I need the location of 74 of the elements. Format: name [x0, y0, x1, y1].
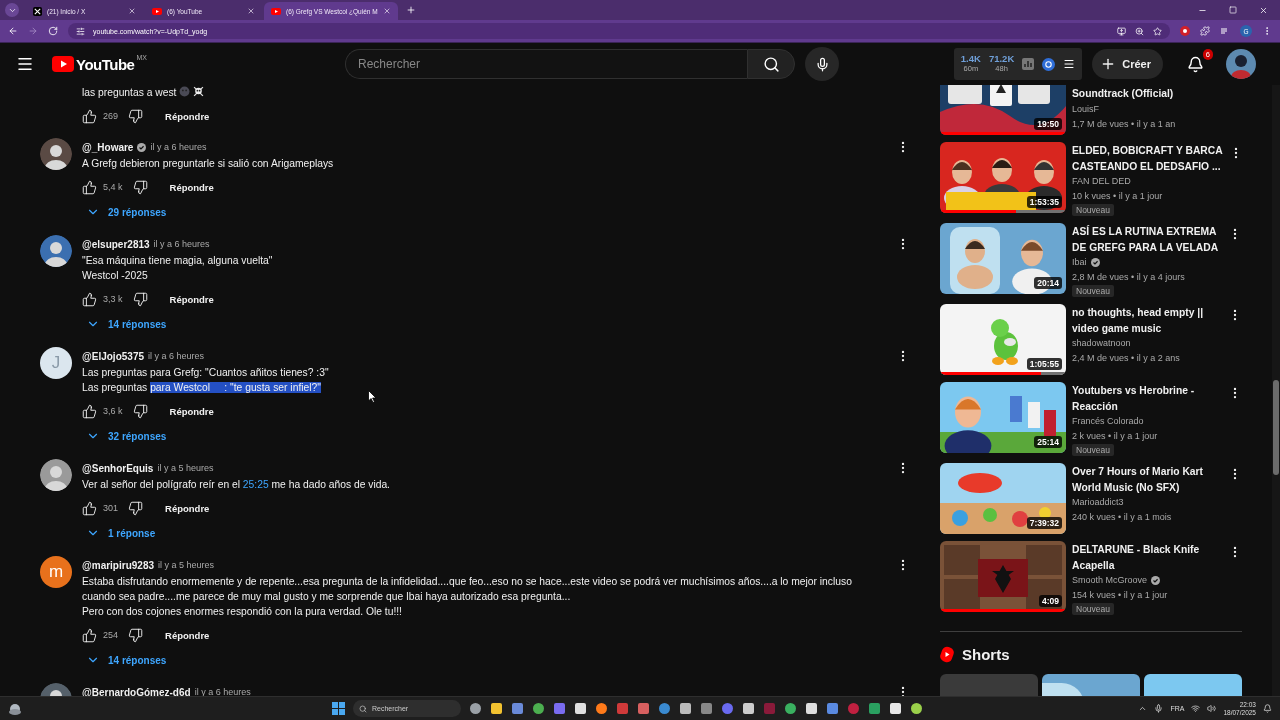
comment-author[interactable]: @maripiru9283	[82, 559, 154, 571]
reply-button[interactable]: Répondre	[157, 175, 226, 199]
video-duration: 1:53:35	[1026, 196, 1062, 208]
avatar: m	[40, 556, 72, 588]
replies-button[interactable]: 14 réponses	[82, 311, 171, 337]
channel-name[interactable]: LouisF	[1072, 101, 1099, 117]
new-badge: Nouveau	[1072, 603, 1115, 615]
comment-time: il y a 6 heures	[153, 239, 210, 249]
replies-button[interactable]: 14 réponses	[82, 647, 171, 673]
comment-text: Estaba disfrutando enormemente y de repente...esa pregunta de la infidelidad....que feo...eso no se hace...este video se podrá ver muchísimos años....a lo mejor incluso cuando sea padre....me parece de muy mal gusto y me sorprende que Ibai haya autorizado esa pregunta... Pero con dos cojones enormes respondió con la pura verdad. Ole tu!!!	[82, 575, 853, 619]
video-duration: 4:09	[1039, 595, 1062, 607]
new-badge: Nouveau	[1072, 204, 1115, 216]
video-duration: 25:14	[1034, 436, 1062, 448]
video-meta: 2,4 M de vues • il y a 2 ans	[1072, 352, 1180, 365]
channel-name[interactable]: Francés Colorado	[1072, 414, 1144, 429]
channel-name[interactable]: Smooth McGroove	[1072, 573, 1148, 588]
video-title[interactable]: Over 7 Hours of Mario Kart World Music (No SFX)	[1072, 464, 1204, 495]
channel-name[interactable]: Ibai	[1072, 255, 1087, 270]
comment-time: il y a 5 heures	[157, 463, 214, 473]
video-duration: 20:14	[1034, 277, 1062, 289]
comment-author[interactable]: @elsuper2813	[82, 238, 150, 250]
comment-time: il y a 6 heures	[148, 351, 205, 361]
video-duration: 19:50	[1034, 118, 1062, 130]
like-count: 3,6 k	[103, 406, 123, 416]
section-title: Shorts	[962, 645, 1010, 663]
comment-text: Ver al señor del polígrafo reír en el 25:25 me ha dado años de vida.	[82, 478, 391, 492]
like-count: 3,3 k	[103, 294, 123, 304]
comment-text: A Grefg debieron preguntarle si salió con Arigameplays	[82, 157, 335, 171]
replies-button[interactable]: 1 réponse	[82, 520, 160, 546]
video-meta: 154 k vues • il y a 1 jour	[1072, 589, 1168, 602]
new-badge: Nouveau	[1072, 444, 1115, 456]
comment-author[interactable]: @_Howare	[82, 141, 134, 153]
reply-button[interactable]: Répondre	[153, 623, 222, 647]
comment-time: il y a 6 heures	[194, 687, 251, 696]
like-count: 269	[103, 111, 119, 121]
video-title[interactable]: DELTARUNE - Black Knife Acapella	[1072, 542, 1200, 573]
video-title[interactable]: ELDED, BOBICRAFT Y BARCA CASTEANDO EL DEDSAFIO ...	[1072, 143, 1223, 174]
create-button[interactable]: Créer	[1092, 49, 1163, 79]
comment-time: il y a 6 heures	[150, 142, 207, 152]
video-title[interactable]: ASÍ ES LA RUTINA EXTREMA DE GREFG PARA LA VELADA	[1072, 224, 1219, 255]
stat-value: 1.4K	[960, 54, 981, 64]
avatar: J	[40, 347, 72, 379]
replies-button[interactable]: 32 réponses	[82, 423, 171, 449]
comment-text: Las preguntas para Grefg: "Cuantos añitos tienes? :3" Las preguntas para Westcol : "te gusta ser infiel?"	[82, 366, 330, 395]
video-title[interactable]: Youtubers vs Herobrine - Reacción	[1072, 383, 1195, 414]
like-count: 301	[103, 503, 119, 513]
reply-button[interactable]: Répondre	[153, 496, 222, 520]
reply-button[interactable]: Répondre	[157, 287, 226, 311]
comment-time: il y a 5 heures	[158, 560, 215, 570]
like-count: 5,4 k	[103, 182, 123, 192]
channel-name[interactable]: FAN DEL DED	[1072, 174, 1131, 189]
search-field[interactable]: Rechercher	[345, 49, 747, 79]
channel-name[interactable]: Marioaddict3	[1072, 495, 1124, 510]
video-title[interactable]: no thoughts, head empty || video game music	[1072, 305, 1204, 336]
reply-button[interactable]: Répondre	[153, 104, 222, 128]
new-badge: Nouveau	[1072, 285, 1115, 297]
comment-text: "Esa máquina tiene magia, alguna vuelta" Westcol -2025	[82, 254, 274, 283]
video-meta: 2,8 M de vues • il y a 4 jours	[1072, 271, 1185, 284]
comment-author[interactable]: @SenhorEquis	[82, 462, 154, 474]
comment-text: las preguntas a west	[82, 85, 891, 100]
replies-button[interactable]: 29 réponses	[82, 199, 171, 225]
like-count: 254	[103, 630, 119, 640]
video-meta: 240 k vues • il y a 1 mois	[1072, 511, 1172, 524]
stat-value: 71.2K	[988, 54, 1015, 64]
comment-author[interactable]: @ElJojo5375	[82, 350, 144, 362]
video-meta: 10 k vues • il y a 1 jour	[1072, 190, 1163, 203]
video-duration: 7:39:32	[1026, 517, 1062, 529]
reply-button[interactable]: Répondre	[157, 399, 226, 423]
channel-name[interactable]: shadowatnoon	[1072, 336, 1131, 351]
timestamp-link[interactable]: 25:25	[242, 479, 269, 490]
video-title[interactable]: Soundtrack (Official)	[1072, 86, 1174, 102]
video-meta: 2 k vues • il y a 1 jour	[1072, 430, 1158, 443]
video-duration: 1:05:55	[1026, 358, 1062, 370]
video-meta: 1,7 M de vues • il y a 1 an	[1072, 117, 1176, 131]
